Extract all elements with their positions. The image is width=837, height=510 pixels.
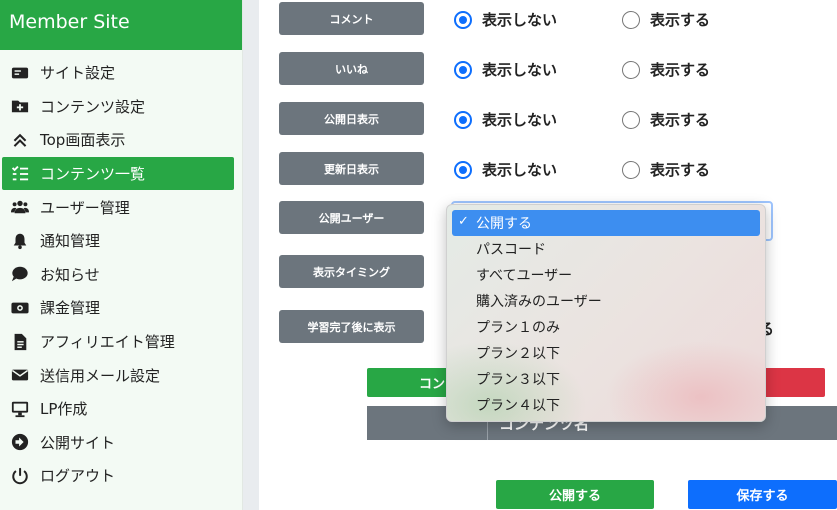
sidebar-item-lp-create[interactable]: LP作成 [0,392,242,426]
publish-date-show-radio[interactable]: 表示する [622,109,710,130]
folder-plus-icon [10,97,29,116]
sidebar-item-label: お知らせ [40,265,100,284]
show-after-completion-label: 学習完了後に表示 [279,310,424,343]
id-card-icon [10,63,29,82]
update-date-hide-radio[interactable]: 表示しない [454,159,557,180]
sidebar-item-content-list[interactable]: コンテンツ一覧 [2,156,234,191]
sidebar-item-label: 公開サイト [40,433,116,452]
dropdown-option-passcode[interactable]: パスコード [452,236,760,262]
sidebar-item-label: サイト設定 [40,64,116,83]
radio-label: 表示しない [482,111,558,129]
sidebar-item-label: コンテンツ一覧 [40,165,146,184]
radio-label: 表示する [650,161,711,179]
sidebar-item-label: 通知管理 [40,232,101,251]
publish-user-dropdown: ✓ 公開する パスコード すべてユーザー 購入済みのユーザー プラン１のみ プラ… [446,204,766,422]
power-icon [10,466,29,485]
save-button[interactable]: 保存する [688,480,837,509]
dropdown-option-public[interactable]: ✓ 公開する [452,210,760,236]
arrow-circle-right-icon [10,433,29,452]
sidebar-divider [243,0,259,510]
radio-label: 表示しない [482,161,558,179]
radio-label: 表示しない [482,11,558,29]
sidebar-item-news[interactable]: お知らせ [0,258,242,292]
display-timing-label: 表示タイミング [279,255,424,288]
radio-label: 表示しない [482,61,558,79]
list-check-icon [10,164,29,183]
sidebar-item-label: ログアウト [40,467,116,486]
likes-hide-radio[interactable]: 表示しない [454,59,557,80]
radio-button[interactable] [454,110,472,129]
sidebar-item-site-settings[interactable]: サイト設定 [0,56,242,90]
radio-button[interactable] [454,10,472,29]
update-date-show-radio[interactable]: 表示する [622,159,710,180]
sidebar-item-label: アフィリエイト管理 [40,333,175,352]
radio-label: 表示する [650,11,711,29]
sidebar-item-label: コンテンツ設定 [40,97,146,116]
comment-show-radio[interactable]: 表示する [622,9,710,30]
sidebar: Member Site サイト設定 コンテンツ設定 Top画面表示 コンテンツ一… [0,0,243,510]
sidebar-item-top-display[interactable]: Top画面表示 [0,123,242,157]
radio-label: 表示する [650,111,711,129]
sidebar-item-label: 課金管理 [40,299,101,318]
radio-button[interactable] [622,110,640,129]
envelope-icon [10,366,29,385]
money-icon [10,298,29,317]
dropdown-option-plan2-below[interactable]: プラン２以下 [452,340,760,366]
sidebar-item-content-settings[interactable]: コンテンツ設定 [0,90,242,124]
radio-button[interactable] [454,160,472,179]
comment-hide-radio[interactable]: 表示しない [454,9,557,30]
option-label: 公開する [476,216,532,232]
chevrons-up-icon [10,130,29,149]
bell-icon [10,231,29,250]
publish-date-hide-radio[interactable]: 表示しない [454,109,557,130]
radio-button[interactable] [454,60,472,79]
likes-show-radio[interactable]: 表示する [622,59,710,80]
sidebar-item-affiliate[interactable]: アフィリエイト管理 [0,325,242,359]
sidebar-item-label: ユーザー管理 [40,198,130,217]
radio-label: 表示する [650,61,711,79]
likes-label: いいね [279,52,424,85]
radio-button[interactable] [622,10,640,29]
comment-label: コメント [279,2,424,35]
publish-user-label: 公開ユーザー [279,201,424,234]
dropdown-option-purchased-users[interactable]: 購入済みのユーザー [452,288,760,314]
sidebar-item-label: 送信用メール設定 [40,366,161,385]
sidebar-item-label: Top画面表示 [40,131,126,150]
dropdown-option-plan1-only[interactable]: プラン１のみ [452,314,760,340]
users-icon [10,198,29,217]
dropdown-option-all-users[interactable]: すべてユーザー [452,262,760,288]
sidebar-item-logout[interactable]: ログアウト [0,459,242,493]
sidebar-item-billing[interactable]: 課金管理 [0,291,242,325]
sidebar-item-label: LP作成 [40,400,88,419]
publish-button[interactable]: 公開する [496,480,654,509]
chat-bubble-icon [10,265,29,284]
sidebar-item-mail-settings[interactable]: 送信用メール設定 [0,358,242,392]
publish-date-label: 公開日表示 [279,102,424,135]
radio-button[interactable] [622,160,640,179]
document-icon [10,332,29,351]
sidebar-item-public-site[interactable]: 公開サイト [0,426,242,460]
checkmark-icon: ✓ [458,214,469,229]
content-button[interactable]: コン [367,368,455,397]
sidebar-item-notification-management[interactable]: 通知管理 [0,224,242,258]
sidebar-nav: サイト設定 コンテンツ設定 Top画面表示 コンテンツ一覧 ユーザー管理 通知管… [0,50,242,493]
monitor-icon [10,399,29,418]
sidebar-item-user-management[interactable]: ユーザー管理 [0,190,242,224]
radio-button[interactable] [622,60,640,79]
dropdown-option-plan3-below[interactable]: プラン３以下 [452,366,760,392]
dropdown-option-plan4-below[interactable]: プラン４以下 [452,392,760,418]
update-date-label: 更新日表示 [279,152,424,185]
brand-title[interactable]: Member Site [0,0,242,50]
